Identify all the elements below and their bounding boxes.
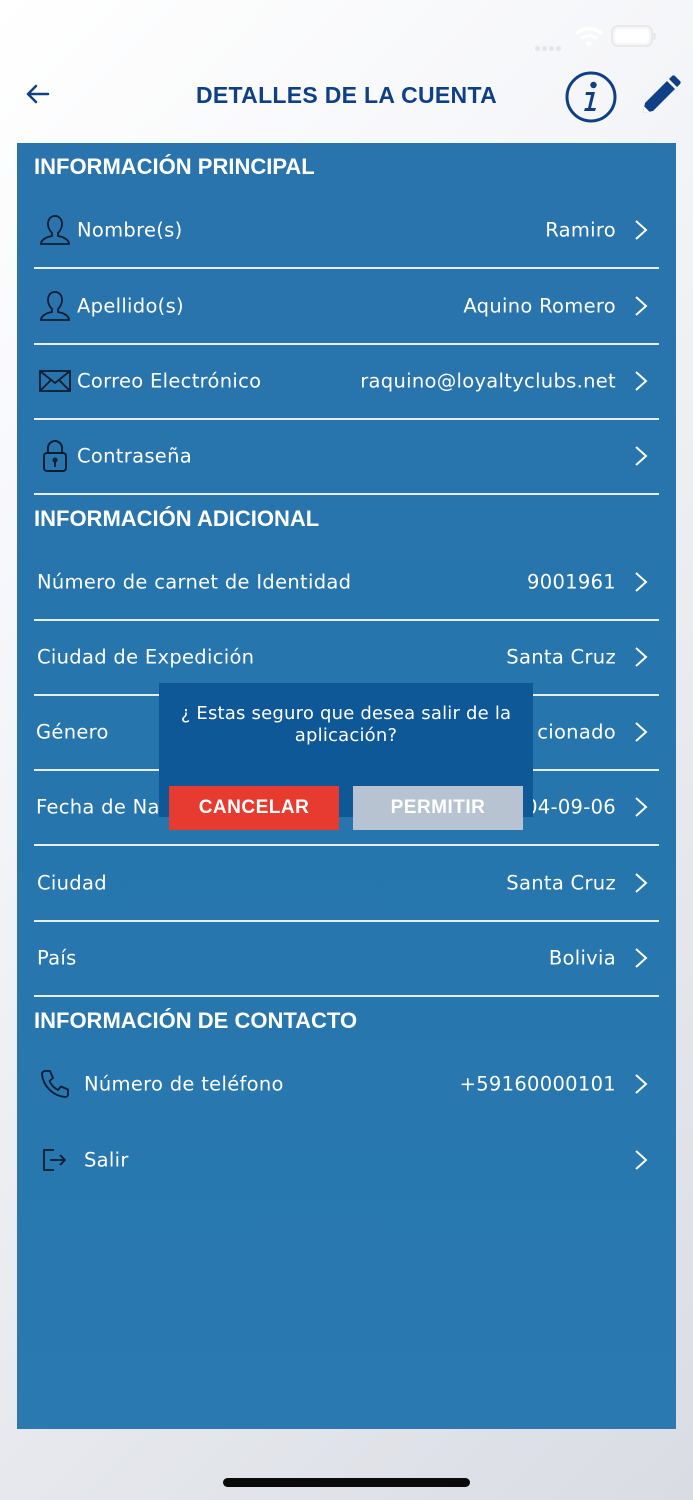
label-nombre: Nombre(s) <box>77 218 183 241</box>
value-expedicion: Santa Cruz <box>506 645 616 668</box>
chevron-right-icon <box>635 721 648 742</box>
row-apellido[interactable]: Apellido(s) Aquino Romero <box>34 268 659 345</box>
value-apellido: Aquino Romero <box>463 294 616 317</box>
section-title-adicional: INFORMACIÓN ADICIONAL <box>34 506 320 531</box>
row-telefono[interactable]: Número de teléfono +59160000101 <box>34 1046 659 1121</box>
wifi-icon <box>575 26 603 47</box>
allow-button[interactable]: PERMITIR <box>353 786 523 830</box>
exit-confirm-dialog: ¿ Estas seguro que desea salir de la apl… <box>159 683 533 830</box>
chevron-right-icon <box>635 1073 648 1094</box>
label-contrasena: Contraseña <box>77 444 192 467</box>
header: DETALLES DE LA CUENTA <box>0 60 693 140</box>
row-pais[interactable]: País Bolivia <box>34 920 659 997</box>
chevron-right-icon <box>635 947 648 968</box>
chevron-right-icon <box>635 295 648 316</box>
value-correo: raquino@loyaltyclubs.net <box>360 369 616 392</box>
value-telefono: +59160000101 <box>459 1072 616 1095</box>
label-telefono: Número de teléfono <box>84 1072 284 1095</box>
label-correo: Correo Electrónico <box>77 369 262 392</box>
info-icon <box>565 71 617 123</box>
dialog-message: ¿ Estas seguro que desea salir de la apl… <box>180 703 512 746</box>
user-icon <box>40 214 70 245</box>
arrow-left-icon <box>26 84 50 104</box>
value-nacimiento: 04-09-06 <box>525 795 616 818</box>
label-ciudad: Ciudad <box>37 871 107 894</box>
user-icon <box>40 290 70 321</box>
label-nacimiento: Fecha de Nac <box>36 795 171 818</box>
row-correo[interactable]: Correo Electrónico raquino@loyaltyclubs.… <box>34 343 659 420</box>
chevron-right-icon <box>635 646 648 667</box>
battery-icon <box>611 25 656 47</box>
phone-icon <box>41 1069 69 1098</box>
info-button[interactable] <box>564 70 618 124</box>
lock-icon <box>43 439 67 472</box>
label-carnet: Número de carnet de Identidad <box>37 570 352 593</box>
section-title-principal: INFORMACIÓN PRINCIPAL <box>34 154 315 179</box>
signal-icon <box>535 36 565 51</box>
chevron-right-icon <box>635 571 648 592</box>
value-genero: cionado <box>537 720 616 743</box>
value-pais: Bolivia <box>548 946 616 969</box>
label-pais: País <box>37 946 77 969</box>
edit-button[interactable] <box>634 72 684 122</box>
home-indicator[interactable] <box>223 1478 470 1487</box>
value-carnet: 9001961 <box>527 570 616 593</box>
chevron-right-icon <box>635 219 648 240</box>
label-genero: Género <box>36 720 109 743</box>
row-salir[interactable]: Salir <box>34 1122 659 1197</box>
chevron-right-icon <box>635 370 648 391</box>
logout-icon <box>43 1148 66 1171</box>
row-ciudad[interactable]: Ciudad Santa Cruz <box>34 845 659 922</box>
chevron-right-icon <box>635 445 648 466</box>
label-salir: Salir <box>84 1148 129 1171</box>
row-contrasena[interactable]: Contraseña <box>34 418 659 495</box>
value-nombre: Ramiro <box>545 218 616 241</box>
pencil-icon <box>643 75 681 113</box>
label-expedicion: Ciudad de Expedición <box>37 645 255 668</box>
mail-icon <box>39 369 71 392</box>
row-carnet[interactable]: Número de carnet de Identidad 9001961 <box>34 544 659 621</box>
section-title-contacto: INFORMACIÓN DE CONTACTO <box>34 1008 358 1033</box>
chevron-right-icon <box>635 872 648 893</box>
cancel-button[interactable]: CANCELAR <box>169 786 339 830</box>
label-apellido: Apellido(s) <box>77 294 184 317</box>
row-nombre[interactable]: Nombre(s) Ramiro <box>34 192 659 269</box>
page-title: DETALLES DE LA CUENTA <box>195 82 498 108</box>
chevron-right-icon <box>635 796 648 817</box>
back-button[interactable] <box>18 74 58 114</box>
chevron-right-icon <box>635 1149 648 1170</box>
value-ciudad: Santa Cruz <box>506 871 616 894</box>
